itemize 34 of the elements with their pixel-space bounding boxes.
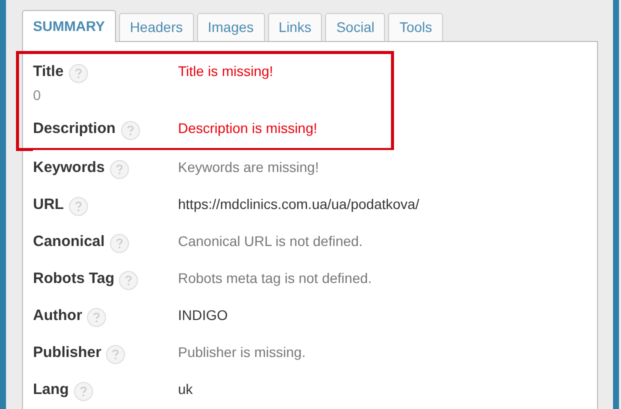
tab[interactable]: Tools [388,13,444,41]
field-value: Keywords are missing! [178,158,319,177]
field-value: Publisher is missing. [178,343,306,362]
tab[interactable]: Social [325,13,386,41]
field-label: Lang [33,380,69,400]
tab[interactable]: Images [196,13,265,41]
field-value: https://mdclinics.com.ua/ua/podatkova/ [178,195,420,214]
field-label: Canonical [33,232,105,252]
field-value: uk [178,380,193,399]
help-icon[interactable] [87,308,106,328]
field-value: Canonical URL is not defined. [178,232,363,251]
help-icon[interactable] [68,197,88,216]
help-icon[interactable] [119,271,138,290]
field-value: Description is missing! [178,119,318,138]
help-icon[interactable] [120,121,140,140]
help-icon[interactable] [110,160,129,180]
field-value: INDIGO [178,306,228,325]
tab[interactable]: Headers [118,13,194,41]
field-value: Title is missing! [178,62,274,81]
field-label: Keywords [33,158,105,178]
help-icon[interactable] [106,345,126,364]
field-label: Author [33,306,82,326]
tab[interactable]: Links [268,13,322,41]
help-icon[interactable] [74,382,93,402]
field-value: Robots meta tag is not defined. [178,269,372,288]
help-icon[interactable] [68,64,88,84]
field-label: Publisher [33,343,102,363]
help-icon[interactable] [110,234,129,254]
character-count: 0 [33,86,41,104]
field-label: Robots Tag [33,269,114,289]
field-label: URL [33,195,64,215]
field-label: Title [33,62,64,82]
field-label: Description [33,119,116,139]
tab[interactable]: SUMMARY [22,10,116,42]
